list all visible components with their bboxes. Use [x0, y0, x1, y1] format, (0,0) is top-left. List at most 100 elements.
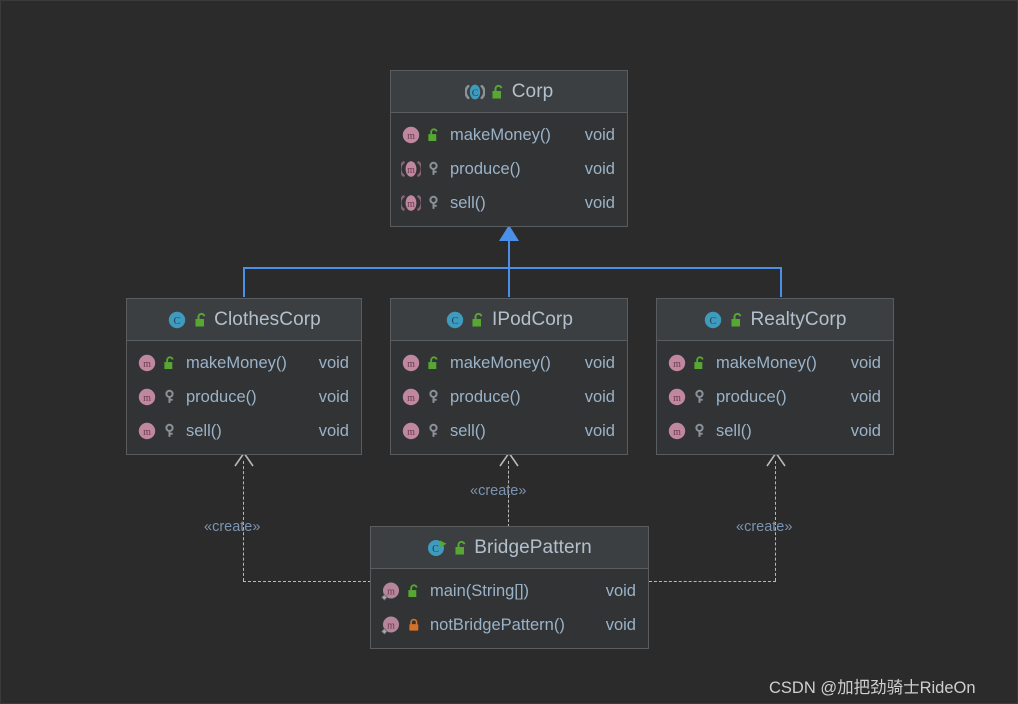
static-method-icon: m [381, 615, 401, 635]
member-row[interactable]: m makeMoney() void [127, 346, 361, 380]
member-name: sell() [716, 421, 752, 440]
method-icon: m [401, 421, 421, 441]
svg-text:m: m [673, 359, 681, 370]
member-row[interactable]: m sell() void [391, 414, 627, 448]
dependency-label-clothescorp: «create» [204, 519, 261, 535]
svg-text:m: m [407, 393, 415, 404]
unlock-green-icon [193, 311, 208, 329]
member-type: void [850, 353, 881, 372]
class-box-bridgepattern[interactable]: C BridgePattern m main(String[]) void m … [370, 526, 649, 649]
member-name: produce() [450, 159, 521, 178]
member-type: void [605, 615, 636, 634]
method-icon: m [401, 387, 421, 407]
member-row[interactable]: m notBridgePattern() void [371, 608, 648, 642]
member-name: sell() [450, 421, 486, 440]
method-icon: m [667, 421, 687, 441]
member-row[interactable]: m produce() void [391, 152, 627, 186]
member-row[interactable]: m produce() void [127, 380, 361, 414]
unlock-green-icon [163, 355, 176, 372]
member-row[interactable]: m makeMoney() void [657, 346, 893, 380]
member-name: makeMoney() [450, 125, 551, 144]
key-gray-icon [427, 389, 440, 406]
unlock-green-icon [427, 127, 440, 144]
member-type: void [850, 421, 881, 440]
class-title-realtycorp: RealtyCorp [750, 308, 847, 330]
abstract-method-icon: m [401, 193, 421, 213]
svg-text:m: m [387, 621, 395, 632]
class-members-realtycorp: m makeMoney() void m produce() void m se… [657, 341, 893, 454]
svg-text:m: m [143, 359, 151, 370]
unlock-green-icon [491, 83, 506, 101]
key-gray-icon [163, 423, 176, 440]
diagram-canvas: «create» «create» «create» C Corp m make… [0, 0, 1018, 704]
member-type: void [584, 421, 615, 440]
unlock-green-icon [453, 539, 468, 557]
abstract-method-icon: m [401, 159, 421, 179]
key-gray-icon [163, 389, 176, 406]
member-row[interactable]: m produce() void [391, 380, 627, 414]
generalization-bus [243, 267, 781, 269]
class-box-realtycorp[interactable]: C RealtyCorp m makeMoney() void m produc… [656, 298, 894, 455]
member-row[interactable]: m main(String[]) void [371, 574, 648, 608]
class-icon: C [445, 310, 465, 330]
class-header-corp: C Corp [391, 71, 627, 113]
generalization-stem [508, 239, 510, 269]
key-gray-icon [427, 423, 440, 440]
member-name: makeMoney() [186, 353, 287, 372]
member-name: produce() [716, 387, 787, 406]
class-title-corp: Corp [511, 80, 554, 102]
class-members-corp: m makeMoney() void m produce() void m se… [391, 113, 627, 226]
member-row[interactable]: m sell() void [391, 186, 627, 220]
method-icon: m [137, 387, 157, 407]
class-box-corp[interactable]: C Corp m makeMoney() void m produce() vo… [390, 70, 628, 227]
class-box-ipodcorp[interactable]: C IPodCorp m makeMoney() void m produce(… [390, 298, 628, 455]
class-box-clothescorp[interactable]: C ClothesCorp m makeMoney() void m produ… [126, 298, 362, 455]
method-icon: m [401, 125, 421, 145]
member-type: void [318, 421, 349, 440]
member-row[interactable]: m makeMoney() void [391, 346, 627, 380]
method-icon: m [137, 421, 157, 441]
method-icon: m [667, 353, 687, 373]
member-type: void [605, 581, 636, 600]
class-members-bridgepattern: m main(String[]) void m notBridgePattern… [371, 569, 648, 648]
svg-text:m: m [407, 165, 415, 176]
class-header-realtycorp: C RealtyCorp [657, 299, 893, 341]
dependency-line-realtycorp-h [649, 581, 776, 582]
svg-text:C: C [432, 544, 439, 555]
generalization-drop-ipodcorp [508, 267, 510, 297]
member-name: produce() [450, 387, 521, 406]
class-header-ipodcorp: C IPodCorp [391, 299, 627, 341]
class-members-clothescorp: m makeMoney() void m produce() void m se… [127, 341, 361, 454]
method-icon: m [667, 387, 687, 407]
member-row[interactable]: m sell() void [657, 414, 893, 448]
member-name: makeMoney() [716, 353, 817, 372]
svg-text:C: C [472, 89, 478, 99]
generalization-drop-clothescorp [243, 267, 245, 297]
member-type: void [584, 353, 615, 372]
method-icon: m [137, 353, 157, 373]
class-header-bridgepattern: C BridgePattern [371, 527, 648, 569]
dependency-line-clothescorp-h [243, 581, 371, 582]
unlock-green-icon [729, 311, 744, 329]
member-row[interactable]: m sell() void [127, 414, 361, 448]
class-icon: C [703, 310, 723, 330]
member-row[interactable]: m makeMoney() void [391, 118, 627, 152]
dependency-label-ipodcorp: «create» [470, 483, 527, 499]
svg-text:m: m [407, 359, 415, 370]
method-icon: m [401, 353, 421, 373]
member-type: void [584, 387, 615, 406]
member-row[interactable]: m produce() void [657, 380, 893, 414]
unlock-green-icon [407, 583, 420, 600]
svg-text:C: C [174, 316, 181, 327]
key-gray-icon [427, 161, 440, 178]
member-name: sell() [450, 193, 486, 212]
class-title-bridgepattern: BridgePattern [474, 536, 592, 558]
unlock-green-icon [427, 355, 440, 372]
member-type: void [318, 387, 349, 406]
unlock-green-icon [693, 355, 706, 372]
member-type: void [584, 159, 615, 178]
runnable-class-icon: C [427, 538, 447, 558]
member-type: void [584, 125, 615, 144]
member-name: produce() [186, 387, 257, 406]
svg-text:m: m [673, 427, 681, 438]
